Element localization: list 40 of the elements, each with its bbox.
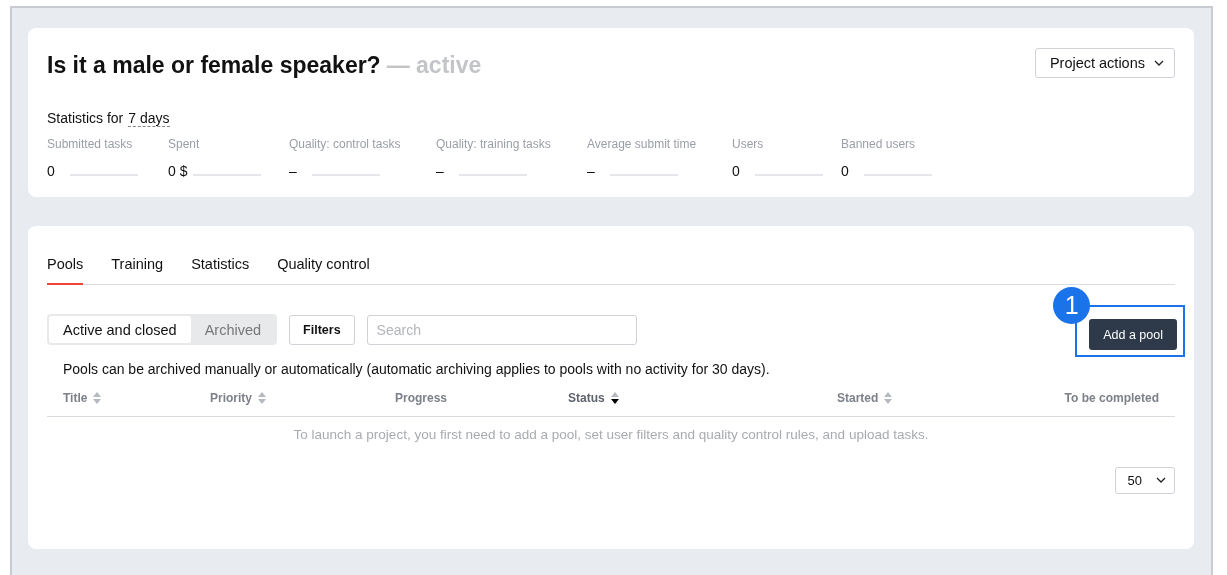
- chevron-down-icon: [1156, 477, 1166, 484]
- tab[interactable]: Pools: [47, 256, 84, 285]
- filter-option[interactable]: Archived: [190, 316, 276, 343]
- metric-label: Spent: [168, 137, 201, 151]
- project-status: — active: [386, 52, 482, 78]
- filters-button[interactable]: Filters: [289, 314, 355, 345]
- column-header[interactable]: To be completed: [1064, 391, 1159, 405]
- project-actions-button[interactable]: Project actions: [1034, 48, 1175, 78]
- callout-badge: 1: [1053, 287, 1091, 324]
- chevron-down-icon: [1154, 59, 1164, 67]
- project-title: Is it a male or female speaker?: [47, 52, 381, 78]
- metric-label: Average submit time: [587, 137, 698, 151]
- metric-label: Users: [732, 137, 765, 151]
- statistics-label: Statistics for: [47, 110, 124, 127]
- metric-label: Submitted tasks: [47, 137, 134, 151]
- column-header[interactable]: Title: [63, 391, 88, 405]
- tab[interactable]: Quality control: [277, 256, 370, 285]
- metric-label: Quality: control tasks: [289, 137, 402, 151]
- column-header[interactable]: Status: [568, 391, 605, 405]
- metric-value: 0: [732, 163, 741, 179]
- metric-value: –: [436, 163, 445, 179]
- column-header[interactable]: Progress: [395, 391, 448, 405]
- column-header[interactable]: Started: [837, 391, 879, 405]
- tab[interactable]: Training: [111, 256, 164, 285]
- column-header[interactable]: Priority: [210, 391, 252, 405]
- filter-option[interactable]: Active and closed: [49, 316, 191, 343]
- search-field[interactable]: Search: [366, 314, 637, 345]
- period-link[interactable]: 7 days: [128, 110, 170, 127]
- metric-value: –: [289, 163, 298, 179]
- info-text: Pools can be archived manually or automatically (automatic archiving applies to pools with no activity for 30 days).: [62, 361, 771, 377]
- page-size-select[interactable]: 50: [1114, 467, 1175, 494]
- add-pool-button[interactable]: Add a pool: [1089, 319, 1177, 350]
- metric-value: 0: [47, 163, 56, 179]
- metric-value: –: [587, 163, 596, 179]
- metric-label: Banned users: [841, 137, 917, 151]
- metric-value: 0 $: [168, 163, 188, 179]
- empty-message: To launch a project, you first need to add a pool, set user filters and quality control rules, and upload tasks.: [292, 427, 930, 442]
- metric-value: 0: [841, 163, 850, 179]
- tab[interactable]: Statistics: [191, 256, 250, 285]
- metric-label: Quality: training tasks: [436, 137, 552, 151]
